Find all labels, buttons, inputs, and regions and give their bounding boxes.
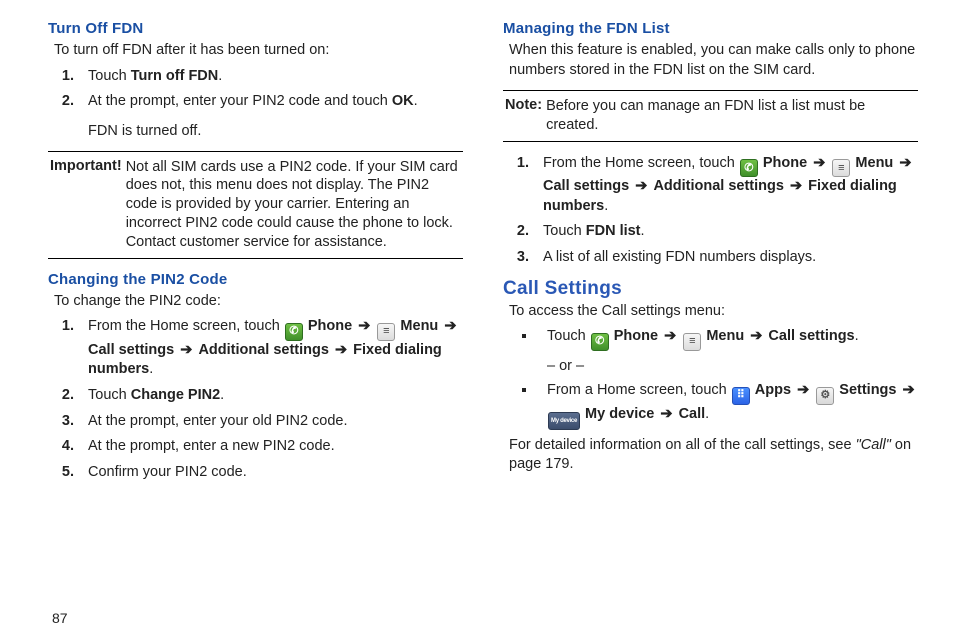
menu-icon: ≡ bbox=[683, 333, 701, 351]
managing-fdn-steps: From the Home screen, touch ✆ Phone ➔ ≡ … bbox=[527, 154, 918, 268]
arrow-icon: ➔ bbox=[356, 318, 372, 334]
step-result: FDN is turned off. bbox=[88, 122, 463, 141]
arrow-icon: ➔ bbox=[901, 382, 917, 398]
turn-off-steps: Touch Turn off FDN. At the prompt, enter… bbox=[72, 67, 463, 141]
step: At the prompt, enter your old PIN2 code. bbox=[78, 412, 463, 432]
heading-turn-off-fdn: Turn Off FDN bbox=[48, 20, 463, 37]
intro-change-pin2: To change the PIN2 code: bbox=[54, 292, 463, 312]
call-settings-options: Touch ✆ Phone ➔ ≡ Menu ➔ Call settings. … bbox=[531, 327, 918, 430]
arrow-icon: ➔ bbox=[748, 328, 764, 344]
arrow-icon: ➔ bbox=[897, 155, 913, 171]
step: Touch Turn off FDN. bbox=[78, 67, 463, 87]
call-settings-footer: For detailed information on all of the c… bbox=[509, 436, 918, 474]
step: Confirm your PIN2 code. bbox=[78, 463, 463, 483]
arrow-icon: ➔ bbox=[795, 382, 811, 398]
heading-managing-fdn: Managing the FDN List bbox=[503, 20, 918, 37]
intro-turn-off: To turn off FDN after it has been turned… bbox=[54, 41, 463, 61]
option: From a Home screen, touch ⠿ Apps ➔ ⚙ Set… bbox=[537, 381, 918, 430]
step: Touch Change PIN2. bbox=[78, 386, 463, 406]
arrow-icon: ➔ bbox=[658, 406, 674, 422]
important-label: Important! bbox=[50, 158, 122, 252]
menu-icon: ≡ bbox=[377, 323, 395, 341]
phone-icon: ✆ bbox=[740, 159, 758, 177]
phone-icon: ✆ bbox=[591, 333, 609, 351]
option: Touch ✆ Phone ➔ ≡ Menu ➔ Call settings. … bbox=[537, 327, 918, 375]
note-text: Before you can manage an FDN list a list… bbox=[546, 97, 916, 135]
important-text: Not all SIM cards use a PIN2 code. If yo… bbox=[126, 158, 461, 252]
apps-icon: ⠿ bbox=[732, 387, 750, 405]
step: Touch FDN list. bbox=[533, 222, 918, 242]
arrow-icon: ➔ bbox=[811, 155, 827, 171]
arrow-icon: ➔ bbox=[178, 342, 194, 358]
change-pin2-steps: From the Home screen, touch ✆ Phone ➔ ≡ … bbox=[72, 317, 463, 482]
note-box: Note: Before you can manage an FDN list … bbox=[503, 90, 918, 142]
page-number: 87 bbox=[52, 610, 68, 626]
arrow-icon: ➔ bbox=[442, 318, 458, 334]
menu-icon: ≡ bbox=[832, 159, 850, 177]
settings-icon: ⚙ bbox=[816, 387, 834, 405]
arrow-icon: ➔ bbox=[662, 328, 678, 344]
important-box: Important! Not all SIM cards use a PIN2 … bbox=[48, 151, 463, 259]
step: From the Home screen, touch ✆ Phone ➔ ≡ … bbox=[533, 154, 918, 217]
heading-change-pin2: Changing the PIN2 Code bbox=[48, 271, 463, 288]
phone-icon: ✆ bbox=[285, 323, 303, 341]
note-label: Note: bbox=[505, 97, 542, 135]
left-column: Turn Off FDN To turn off FDN after it ha… bbox=[48, 16, 463, 628]
step: At the prompt, enter a new PIN2 code. bbox=[78, 437, 463, 457]
step: A list of all existing FDN numbers displ… bbox=[533, 248, 918, 268]
cross-reference: "Call" bbox=[856, 437, 891, 453]
intro-managing-fdn: When this feature is enabled, you can ma… bbox=[509, 41, 918, 80]
arrow-icon: ➔ bbox=[333, 342, 349, 358]
right-column: Managing the FDN List When this feature … bbox=[503, 16, 918, 628]
intro-call-settings: To access the Call settings menu: bbox=[509, 302, 918, 322]
arrow-icon: ➔ bbox=[633, 178, 649, 194]
option-or: – or – bbox=[547, 357, 918, 376]
manual-page: Turn Off FDN To turn off FDN after it ha… bbox=[0, 0, 954, 636]
mydevice-icon: My device bbox=[548, 412, 580, 430]
step: At the prompt, enter your PIN2 code and … bbox=[78, 92, 463, 140]
heading-call-settings: Call Settings bbox=[503, 278, 918, 300]
step: From the Home screen, touch ✆ Phone ➔ ≡ … bbox=[78, 317, 463, 380]
arrow-icon: ➔ bbox=[788, 178, 804, 194]
